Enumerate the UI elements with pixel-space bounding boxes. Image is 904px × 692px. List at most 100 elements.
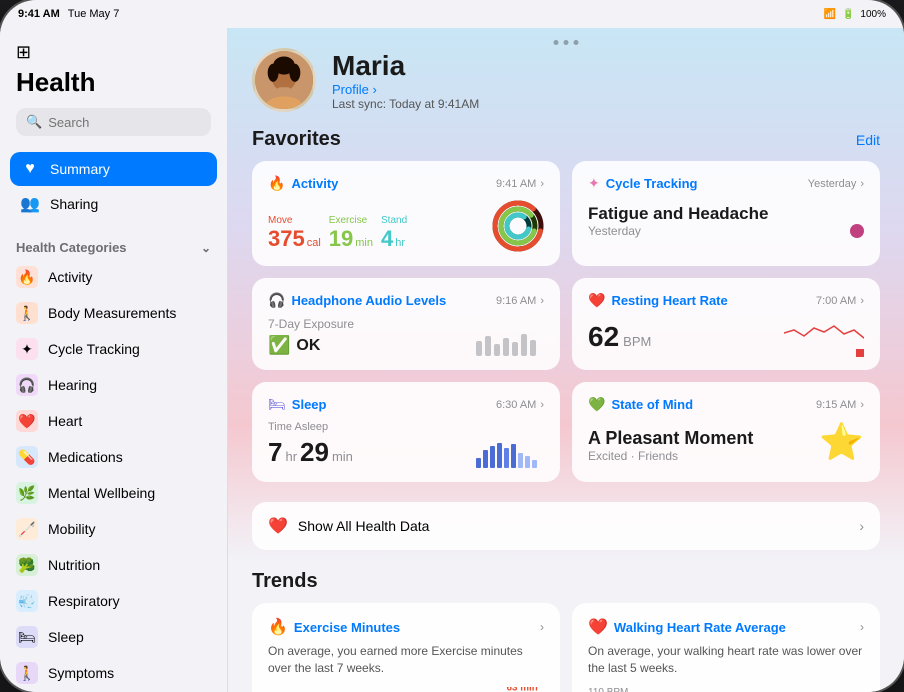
bpm-info: 62 BPM [588,317,651,353]
heart-icon: ❤️ [16,410,38,432]
exercise-bar-chart-container: 63 min 31 min [268,687,544,692]
cycle-title-row: ✦ Cycle Tracking [588,175,698,192]
sidebar-item-medications[interactable]: 💊 Medications [0,439,227,475]
nav-item-sharing[interactable]: 👥 Sharing [10,186,217,222]
profile-avatar [252,48,316,112]
check-circle-icon: ✅ [268,335,290,356]
sleep-duration: 7 hr 29 min [268,433,353,468]
move-unit: cal [307,237,321,249]
stand-unit: hr [395,237,405,249]
hearing-icon: 🎧 [16,374,38,396]
nav-item-summary[interactable]: ♥ Summary [10,152,217,186]
cycle-card-chevron: › [860,178,864,190]
cycle-card-time: Yesterday [808,178,857,190]
profile-link[interactable]: Profile › [332,82,479,97]
exercise-unit: min [355,237,373,249]
walking-heart-chevron: › [860,620,864,634]
walking-heart-top-label: 110 BPM [588,687,864,692]
search-bar[interactable]: 🔍 🎤 [16,108,211,136]
ipad-frame: 9:41 AM Tue May 7 📶 🔋 100% ⊞ Health 🔍 🎤 [0,0,904,692]
sidebar-item-sleep[interactable]: 🛏 Sleep [0,619,227,655]
resting-heart-rate-card[interactable]: ❤️ Resting Heart Rate 7:00 AM › 62 BP [572,278,880,370]
sidebar-item-mental-wellbeing[interactable]: 🌿 Mental Wellbeing [0,475,227,511]
cycle-tracking-card[interactable]: ✦ Cycle Tracking Yesterday › Fatigue and… [572,161,880,266]
activity-card-title: Activity [291,176,338,191]
sidebar-item-activity[interactable]: 🔥 Activity [0,259,227,295]
respiratory-label: Respiratory [48,593,120,609]
medications-icon: 💊 [16,446,38,468]
svg-text:63 min: 63 min [507,687,538,692]
headphone-audio-card[interactable]: 🎧 Headphone Audio Levels 9:16 AM › 7-Day… [252,278,560,370]
nutrition-label: Nutrition [48,557,100,573]
nav-label-summary: Summary [50,161,110,177]
sidebar-item-hearing[interactable]: 🎧 Hearing [0,367,227,403]
medications-label: Medications [48,449,123,465]
status-date: Tue May 7 [68,8,120,20]
mind-card-chevron: › [860,399,864,411]
show-all-text: Show All Health Data [298,518,849,534]
move-metric: Move 375 cal [268,215,321,252]
sleep-time-label: Time Asleep [268,421,353,433]
walking-heart-rate-trend[interactable]: ❤️ Walking Heart Rate Average › On avera… [572,603,880,692]
resting-heart-card-title: Resting Heart Rate [611,293,727,308]
sidebar-item-body-measurements[interactable]: 🚶 Body Measurements [0,295,227,331]
headphone-icon: 🎧 [268,292,285,309]
sidebar-item-nutrition[interactable]: 🥦 Nutrition [0,547,227,583]
sidebar-toggle-icon[interactable]: ⊞ [16,42,31,63]
sidebar-item-respiratory[interactable]: 💨 Respiratory [0,583,227,619]
sleep-card-time: 6:30 AM [496,399,536,411]
headphone-card-content: 7-Day Exposure ✅ OK [268,317,544,356]
sleep-hours: 7 [268,437,282,468]
exercise-trend-title-row: 🔥 Exercise Minutes [268,617,400,637]
mental-wellbeing-icon: 🌿 [16,482,38,504]
show-all-chevron: › [859,518,864,534]
headphone-status-info: 7-Day Exposure ✅ OK [268,317,354,356]
sidebar-item-symptoms[interactable]: 🚶 Symptoms [0,655,227,691]
stand-label: Stand [381,215,407,226]
sidebar-header: ⊞ Health 🔍 🎤 [0,28,227,144]
sidebar-item-heart[interactable]: ❤️ Heart [0,403,227,439]
mind-title-row: 💚 State of Mind [588,396,693,413]
favorites-title: Favorites [252,128,341,151]
heart-label: Heart [48,413,82,429]
state-of-mind-card[interactable]: 💚 State of Mind 9:15 AM › A Pleasant Mom… [572,382,880,482]
cycle-symptom-text: Fatigue and Headache [588,204,768,224]
profile-sync: Last sync: Today at 9:41AM [332,97,479,111]
exercise-minutes-trend[interactable]: 🔥 Exercise Minutes › On average, you ear… [252,603,560,692]
activity-rings [492,200,544,252]
cycle-tracking-header: ✦ Cycle Tracking Yesterday › [588,175,864,192]
categories-chevron[interactable]: ⌄ [201,241,211,255]
activity-card[interactable]: 🔥 Activity 9:41 AM › Move [252,161,560,266]
sidebar-nav: ♥ Summary 👥 Sharing [0,144,227,230]
mind-icon: 💚 [588,396,605,413]
edit-link[interactable]: Edit [856,132,880,148]
sleep-card-header: 🛏 Sleep 6:30 AM › [268,396,544,413]
body-measurements-label: Body Measurements [48,305,176,321]
three-dots [554,40,579,45]
trends-grid: 🔥 Exercise Minutes › On average, you ear… [228,603,904,692]
exercise-label: Exercise [329,215,373,226]
resting-heart-time: 7:00 AM [816,295,856,307]
main-content: Maria Profile › Last sync: Today at 9:41… [228,28,904,692]
profile-info: Maria Profile › Last sync: Today at 9:41… [332,50,479,111]
show-all-heart-icon: ❤️ [268,516,288,536]
cycle-tracking-icon: ✦ [16,338,38,360]
activity-card-header: 🔥 Activity 9:41 AM › [268,175,544,192]
search-input[interactable] [48,115,224,130]
cycle-card-title: Cycle Tracking [606,176,698,191]
mind-text: A Pleasant Moment [588,428,753,449]
symptoms-icon: 🚶 [16,662,38,684]
categories-label: Health Categories [16,240,127,255]
sidebar-item-mobility[interactable]: 🦯 Mobility [0,511,227,547]
favorites-grid: 🔥 Activity 9:41 AM › Move [228,161,904,502]
show-all-health-data[interactable]: ❤️ Show All Health Data › [252,502,880,550]
cycle-symptom-date: Yesterday [588,224,768,238]
resting-heart-title-row: ❤️ Resting Heart Rate [588,292,728,309]
headphone-card-chevron: › [540,295,544,307]
headphone-card-title: Headphone Audio Levels [291,293,446,308]
walking-heart-trend-header: ❤️ Walking Heart Rate Average › [588,617,864,637]
activity-metrics: Move 375 cal Exercise 19 [268,215,407,252]
mind-info: A Pleasant Moment Excited · Friends [588,424,753,463]
sidebar-item-cycle-tracking[interactable]: ✦ Cycle Tracking [0,331,227,367]
sleep-card[interactable]: 🛏 Sleep 6:30 AM › Time Asleep 7 [252,382,560,482]
